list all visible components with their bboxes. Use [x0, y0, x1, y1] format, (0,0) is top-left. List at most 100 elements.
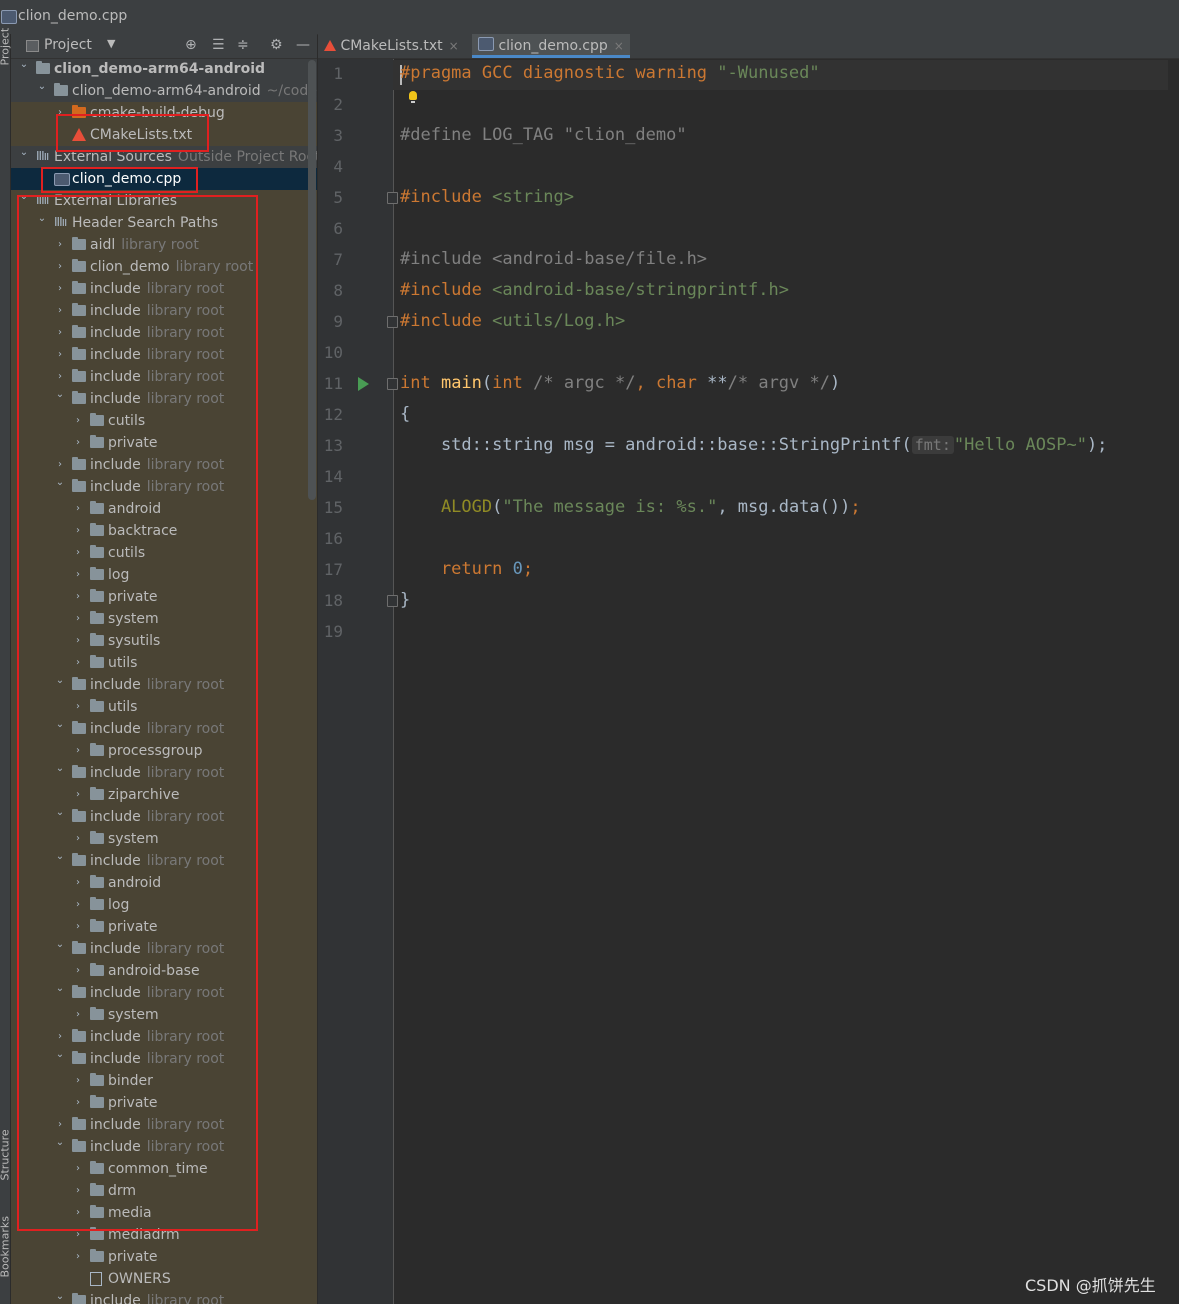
- cmake-icon: [324, 40, 336, 51]
- tree-node[interactable]: › private: [11, 1246, 317, 1268]
- parameter-hint: fmt:: [911, 436, 954, 454]
- line-number: 15: [323, 498, 343, 517]
- minimize-icon[interactable]: —: [296, 37, 310, 53]
- pragma-arg: "-Wunused": [717, 63, 820, 83]
- line-number: 13: [323, 436, 343, 455]
- tree-node[interactable]: ⌄clion_demo-arm64-android~/code/c: [11, 80, 317, 102]
- code-line-1: #pragma GCC diagnostic warning "-Wunused…: [400, 63, 820, 83]
- close-icon[interactable]: ×: [614, 39, 624, 53]
- text-file-icon: [90, 1272, 102, 1286]
- fold-marker-icon[interactable]: [387, 595, 398, 607]
- caret-down-icon[interactable]: ▼: [107, 37, 115, 50]
- line-number: 7: [333, 250, 343, 269]
- paren: (: [481, 373, 493, 393]
- paren: ): [829, 373, 841, 393]
- gear-icon[interactable]: ⚙: [270, 37, 283, 53]
- code-line-13: std::string msg = android::base::StringP…: [400, 435, 1107, 455]
- node-name: clion_demo-arm64-android: [72, 83, 261, 99]
- string-literal: "Hello AOSP~": [953, 435, 1087, 455]
- fold-marker-icon[interactable]: [387, 378, 398, 390]
- code-line-12: {: [400, 404, 411, 424]
- editor-gutter: [318, 59, 394, 1304]
- bookmarks-tool-button[interactable]: Bookmarks: [0, 1216, 12, 1277]
- code-line-15: ALOGD("The message is: %s.", msg.data())…: [400, 497, 861, 517]
- pointer: **: [696, 373, 728, 393]
- tree-scrollbar[interactable]: [308, 60, 316, 500]
- line-number: 12: [323, 405, 343, 424]
- line-number: 4: [333, 157, 343, 176]
- libraries-icon: [36, 145, 50, 167]
- include-path: <string>: [492, 187, 575, 207]
- node-name: private: [108, 1249, 158, 1265]
- chevron-down-icon[interactable]: ⌄: [18, 142, 30, 164]
- expand-all-icon[interactable]: ☰: [212, 37, 225, 53]
- tool-window-strip: Project Structure Bookmarks: [0, 28, 12, 1304]
- code-text: );: [1086, 435, 1108, 455]
- editor-scrollbar[interactable]: [1168, 59, 1179, 1304]
- node-name: include: [90, 1293, 141, 1304]
- folder-icon: [90, 1249, 104, 1262]
- semicolon: ;: [522, 559, 534, 579]
- folder-icon: [36, 61, 50, 74]
- fold-marker-icon[interactable]: [387, 192, 398, 204]
- paren: (: [492, 497, 503, 517]
- locate-icon[interactable]: ⊕: [185, 37, 197, 53]
- code-editor[interactable]: 1 2 3 4 5 6 7 8 9 10 11 12 13 14 15 16 17 18 19 #pragma GC…: [318, 59, 1179, 1304]
- include-path: <utils/Log.h>: [492, 311, 626, 331]
- line-number: 8: [333, 281, 343, 300]
- tree-node-label: OWNERS: [108, 1268, 171, 1290]
- chevron-down-icon[interactable]: ⌄: [54, 1286, 66, 1304]
- code-line-3: #define LOG_TAG "clion_demo": [400, 125, 687, 145]
- code-line-18: }: [400, 590, 411, 610]
- line-number: 5: [333, 188, 343, 207]
- tab-clion-demo-cpp[interactable]: clion_demo.cpp ×: [472, 34, 630, 58]
- folder-icon: [72, 1293, 86, 1304]
- node-hint: library root: [146, 1293, 225, 1304]
- code-line-11: int main(int /* argc */, char **/* argv …: [400, 373, 840, 393]
- tree-node[interactable]: ⌄ clion_demo-arm64-android: [11, 58, 317, 80]
- tab-label: CMakeLists.txt: [340, 38, 443, 54]
- lightbulb-icon[interactable]: [409, 91, 417, 103]
- highlight-clion-demo-cpp: [41, 167, 198, 193]
- structure-tool-button[interactable]: Structure: [0, 1129, 12, 1180]
- comma: ,: [635, 373, 656, 393]
- semicolon: ;: [850, 497, 861, 517]
- collapse-all-icon[interactable]: ≑: [237, 37, 249, 53]
- code-text: std::string msg = android::base::StringP…: [400, 435, 912, 455]
- project-view-selector[interactable]: Project: [44, 37, 92, 53]
- line-number: 16: [323, 529, 343, 548]
- function-name: main: [430, 373, 482, 393]
- code-text: , msg.data()): [717, 497, 851, 517]
- run-icon[interactable]: [358, 377, 369, 391]
- tree-node-label: include library root: [90, 1290, 224, 1304]
- include-keyword: #include: [400, 311, 493, 331]
- chevron-right-icon[interactable]: ›: [72, 1246, 84, 1268]
- line-number: 10: [323, 343, 343, 362]
- chevron-down-icon[interactable]: ⌄: [18, 54, 30, 76]
- fold-marker-icon[interactable]: [387, 316, 398, 328]
- line-number: 1: [333, 64, 343, 83]
- comment: /* argv */: [727, 373, 830, 393]
- include-path: <android-base/stringprintf.h>: [492, 280, 789, 300]
- editor-tabs: CMakeLists.txt × clion_demo.cpp ×: [318, 34, 1179, 59]
- type-keyword: char: [655, 373, 697, 393]
- close-icon[interactable]: ×: [449, 39, 459, 53]
- chevron-down-icon[interactable]: ⌄: [36, 76, 48, 98]
- node-name: clion_demo-arm64-android: [54, 61, 266, 77]
- node-name: OWNERS: [108, 1271, 171, 1287]
- code-line-17: return 0;: [400, 559, 533, 579]
- cpp-file-icon: [1, 10, 17, 24]
- line-number: 6: [333, 219, 343, 238]
- tab-cmakelists[interactable]: CMakeLists.txt ×: [324, 34, 470, 58]
- window-title: clion_demo.cpp: [18, 8, 128, 24]
- cpp-file-icon: [478, 37, 494, 51]
- include-keyword: #include: [400, 280, 493, 300]
- project-tool-button[interactable]: Project: [0, 28, 12, 66]
- tree-node[interactable]: ⌄ include library root: [11, 1290, 317, 1304]
- line-number: 2: [333, 95, 343, 114]
- project-icon: [26, 40, 39, 52]
- highlight-cmakelists: [56, 114, 209, 152]
- highlight-external-libraries: [17, 195, 258, 1231]
- code-line-9: #include <utils/Log.h>: [400, 311, 625, 331]
- folder-icon: [54, 83, 68, 96]
